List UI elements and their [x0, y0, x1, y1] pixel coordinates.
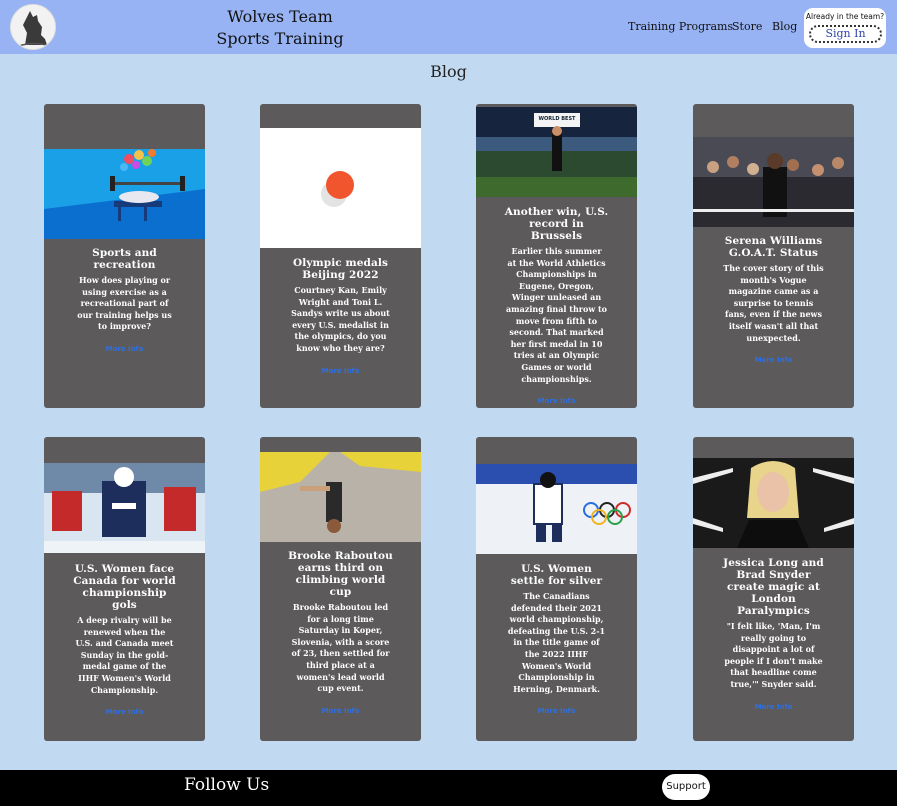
- card-text: How does playing or using exercise as a …: [77, 275, 172, 332]
- blog-card[interactable]: Olympic medals Beijing 2022 Courtney Kan…: [260, 104, 421, 408]
- header: Wolves Team Sports Training Training Pro…: [0, 0, 897, 54]
- signin-prompt: Already in the team?: [805, 12, 885, 21]
- card-text: Courtney Kan, Emily Wright and Toni L. S…: [291, 285, 390, 353]
- card-text: Brooke Raboutou led for a long time Satu…: [291, 602, 390, 694]
- card-text: Earlier this summer at the World Athleti…: [506, 246, 608, 384]
- more-info-link[interactable]: More Info: [322, 707, 360, 715]
- blog-card[interactable]: WORLD BEST Another win, U.S. record in B…: [476, 104, 637, 408]
- card-image: [260, 452, 421, 542]
- card-text: The cover story of this month's Vogue ma…: [723, 263, 824, 343]
- card-title: Jessica Long and Brad Snyder create magi…: [723, 557, 824, 617]
- card-title: Brooke Raboutou earns third on climbing …: [288, 550, 393, 598]
- more-info-link[interactable]: More Info: [106, 708, 144, 716]
- nav-blog[interactable]: Blog: [772, 20, 797, 33]
- brand-line-2: Sports Training: [216, 29, 344, 48]
- more-info-link[interactable]: More Info: [755, 703, 793, 711]
- card-title: Serena Williams G.O.A.T. Status: [724, 235, 823, 259]
- blog-card[interactable]: U.S. Women face Canada for world champio…: [44, 437, 205, 741]
- card-body: Brooke Raboutou earns third on climbing …: [260, 550, 421, 717]
- support-button[interactable]: Support: [662, 774, 710, 800]
- blog-card[interactable]: Sports and recreation How does playing o…: [44, 104, 205, 408]
- card-image: [693, 137, 854, 227]
- card-image: [693, 458, 854, 548]
- page-title: Blog: [430, 62, 467, 81]
- follow-us-heading: Follow Us: [184, 775, 270, 795]
- banner-text: WORLD BEST: [538, 116, 576, 122]
- card-body: Another win, U.S. record in Brussels Ear…: [476, 206, 637, 407]
- more-info-link[interactable]: More Info: [106, 345, 144, 353]
- card-image: [44, 149, 205, 239]
- brand-line-1: Wolves Team: [227, 7, 333, 26]
- blog-card[interactable]: Jessica Long and Brad Snyder create magi…: [693, 437, 854, 741]
- card-body: Sports and recreation How does playing o…: [44, 247, 205, 355]
- card-body: U.S. Women settle for silver The Canadia…: [476, 563, 637, 717]
- footer: Follow Us Support: [0, 770, 897, 806]
- blog-card[interactable]: Brooke Raboutou earns third on climbing …: [260, 437, 421, 741]
- card-title: Olympic medals Beijing 2022: [293, 257, 388, 281]
- blog-card[interactable]: U.S. Women settle for silver The Canadia…: [476, 437, 637, 741]
- card-image: [44, 463, 205, 553]
- card-title: Sports and recreation: [92, 247, 157, 271]
- card-image: WORLD BEST: [476, 107, 637, 197]
- blog-card[interactable]: Serena Williams G.O.A.T. Status The cove…: [693, 104, 854, 408]
- brand-title: Wolves Team Sports Training: [210, 6, 350, 50]
- card-image: [260, 128, 421, 248]
- card-title: U.S. Women face Canada for world champio…: [73, 563, 176, 611]
- more-info-link[interactable]: More Info: [538, 397, 576, 405]
- card-image: [476, 464, 637, 554]
- more-info-link[interactable]: More Info: [322, 367, 360, 375]
- card-body: Serena Williams G.O.A.T. Status The cove…: [693, 235, 854, 366]
- card-body: U.S. Women face Canada for world champio…: [44, 563, 205, 718]
- more-info-link[interactable]: More Info: [755, 356, 793, 364]
- wolf-icon: [11, 5, 55, 49]
- card-text: A deep rivalry will be renewed when the …: [75, 615, 174, 695]
- card-title: Another win, U.S. record in Brussels: [504, 206, 609, 242]
- signin-panel: Already in the team? Sign In: [804, 8, 886, 48]
- card-body: Jessica Long and Brad Snyder create magi…: [693, 557, 854, 713]
- signin-button[interactable]: Sign In: [809, 25, 882, 43]
- card-title: U.S. Women settle for silver: [510, 563, 603, 587]
- card-text: "I felt like, 'Man, I'm really going to …: [724, 621, 823, 689]
- card-body: Olympic medals Beijing 2022 Courtney Kan…: [260, 257, 421, 377]
- nav-training-programs[interactable]: Training Programs: [628, 20, 733, 33]
- card-text: The Canadians defended their 2021 world …: [507, 591, 606, 694]
- wolf-logo[interactable]: [10, 4, 56, 50]
- nav-store[interactable]: Store: [732, 20, 762, 33]
- more-info-link[interactable]: More Info: [538, 707, 576, 715]
